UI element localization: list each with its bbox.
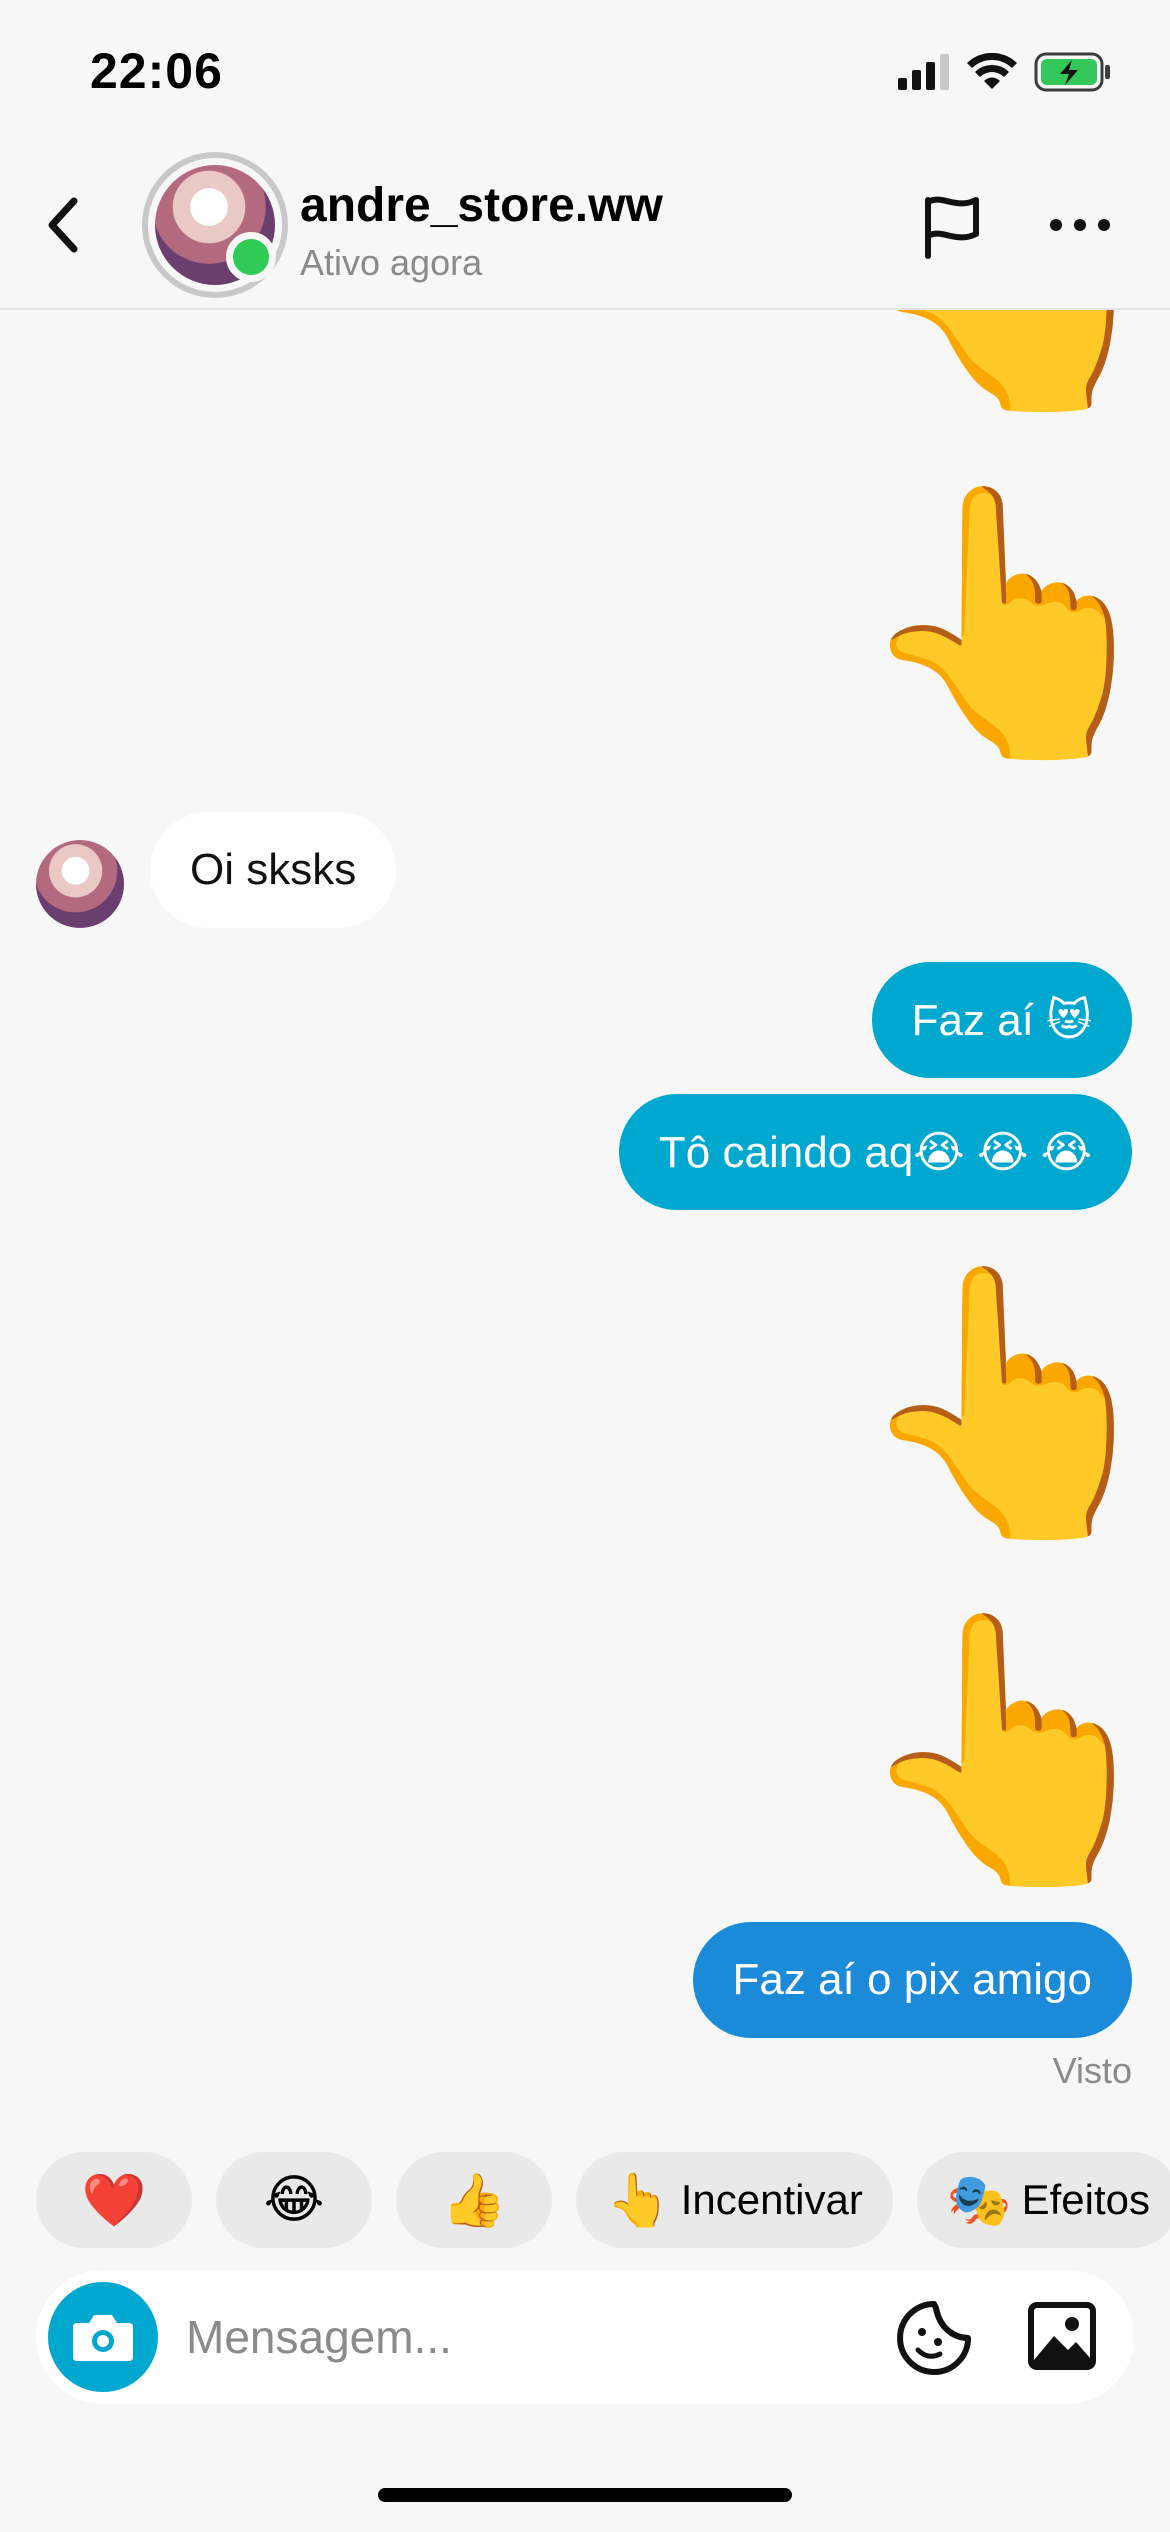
flag-icon[interactable] — [918, 192, 988, 262]
status-icons — [898, 52, 1112, 92]
quick-reaction-laugh[interactable]: 😂 — [216, 2152, 372, 2248]
seen-receipt: Visto — [1052, 2050, 1132, 2091]
home-indicator — [378, 2488, 792, 2502]
status-bar: 22:06 — [0, 0, 1170, 140]
status-time: 22:06 — [90, 43, 223, 99]
back-icon[interactable] — [40, 195, 90, 255]
heart-icon: ❤️ — [81, 2171, 147, 2230]
effects-icon: 🎭 — [946, 2171, 1012, 2230]
quick-reply-label: Incentivar — [680, 2176, 863, 2223]
quick-reply-incentivar[interactable]: 👆 Incentivar — [576, 2152, 893, 2248]
quick-reactions-bar: ❤️ 😂 👍 👆 Incentivar 🎭 Efeitos — [36, 2152, 1170, 2248]
hand-emoji-message[interactable]: 👆 — [850, 1605, 1170, 1895]
outgoing-message[interactable]: Tô caindo aq😭 😭 😭 — [618, 1094, 1132, 1210]
laugh-icon: 😂 — [263, 2171, 325, 2229]
hand-emoji-message[interactable]: 👆 — [850, 478, 1170, 768]
sticker-icon[interactable] — [896, 2300, 972, 2376]
outgoing-message[interactable]: Faz aí 😻 — [871, 962, 1132, 1078]
battery-icon — [1034, 52, 1110, 92]
online-indicator — [226, 232, 276, 282]
quick-reaction-heart[interactable]: ❤️ — [36, 2152, 192, 2248]
chat-header: andre_store.ww Ativo agora — [0, 140, 1170, 310]
quick-reaction-thumbs-up[interactable]: 👍 — [396, 2152, 552, 2248]
more-icon[interactable] — [1050, 210, 1116, 240]
camera-button[interactable] — [48, 2282, 158, 2392]
quick-reply-efeitos[interactable]: 🎭 Efeitos — [916, 2152, 1170, 2248]
gallery-icon[interactable] — [1026, 2300, 1098, 2372]
camera-icon — [73, 2315, 133, 2361]
quick-reply-label: Efeitos — [1021, 2176, 1150, 2223]
signal-icon — [898, 54, 949, 90]
thumbs-up-icon: 👍 — [441, 2171, 507, 2230]
sender-avatar[interactable] — [36, 840, 124, 928]
incoming-message[interactable]: Oi sksks — [150, 812, 397, 928]
wifi-icon — [967, 53, 1017, 89]
message-composer[interactable]: Mensagem... — [36, 2270, 1134, 2404]
message-input[interactable]: Mensagem... — [186, 2310, 452, 2364]
chat-username[interactable]: andre_store.ww — [300, 178, 663, 233]
active-status: Ativo agora — [300, 242, 483, 283]
hand-emoji-message[interactable]: 👆 — [850, 1258, 1170, 1548]
pointing-hand-icon: 👆 — [606, 2171, 671, 2230]
outgoing-message[interactable]: Faz aí o pix amigo — [692, 1922, 1132, 2038]
